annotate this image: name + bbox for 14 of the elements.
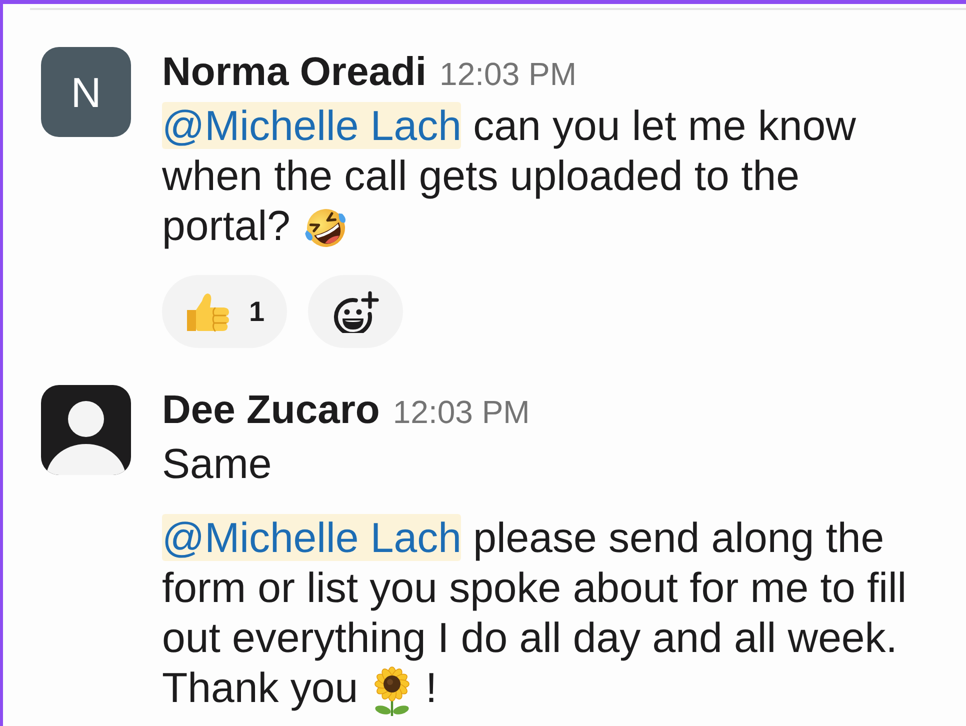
user-avatar[interactable]: N [41,47,131,137]
message-text: @Michelle Lach please send along the form or list you spoke about for me to fill out everything I do all day and all week. Thank you ! [162,513,925,716]
timestamp: 12:03 PM [440,55,576,94]
author-name[interactable]: Norma Oreadi [162,50,427,94]
reaction-button[interactable]: 1 [162,275,287,348]
timestamp: 12:03 PM [392,393,530,432]
message-text: Same [162,439,273,489]
mention-link[interactable]: @Michelle Lach [162,514,462,561]
mention-link[interactable]: @Michelle Lach [162,102,462,149]
author-name[interactable]: Dee Zucaro [162,388,380,432]
person-silhouette-icon [41,385,131,475]
thumbs-up-icon [185,292,231,332]
add-emoji-icon [331,290,380,332]
message-text: @Michelle Lach can you let me know when the call gets uploaded to the portal? [162,101,925,252]
